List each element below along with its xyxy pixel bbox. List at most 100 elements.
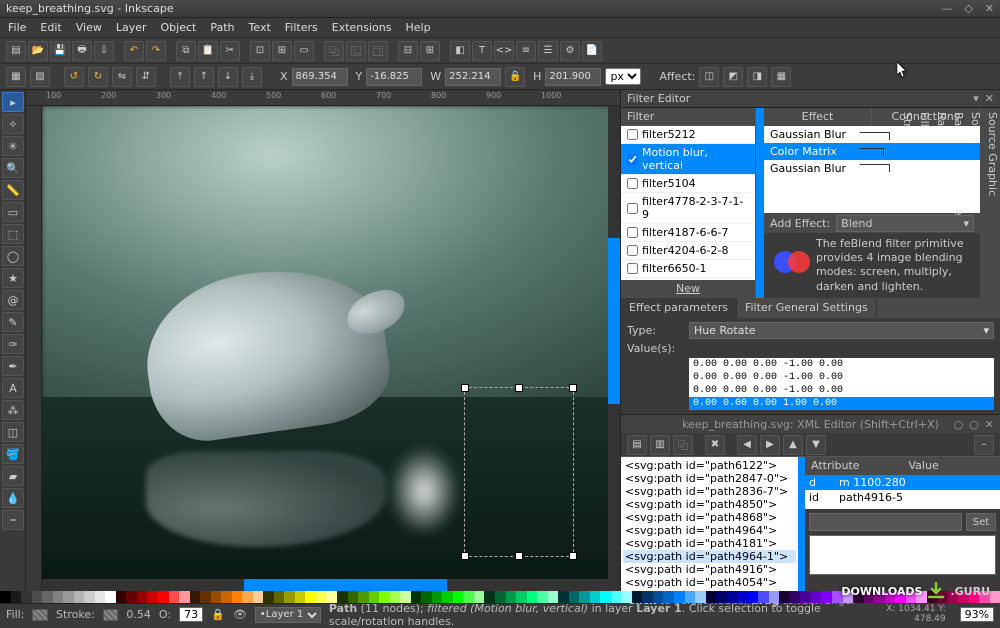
delete-node-button[interactable]: ✖ (705, 435, 725, 455)
color-swatch[interactable] (42, 591, 53, 603)
new-text-button[interactable]: ▥ (650, 435, 670, 455)
attr-row[interactable]: idpath4916-5 (805, 490, 1000, 505)
align-button[interactable]: ≡ (516, 41, 536, 61)
zoom-drawing-button[interactable]: ⊞ (272, 41, 292, 61)
color-swatch[interactable] (74, 591, 85, 603)
color-swatch[interactable] (53, 591, 64, 603)
selection-box[interactable] (464, 387, 574, 557)
color-swatch[interactable] (379, 591, 390, 603)
color-swatch[interactable] (158, 591, 169, 603)
color-swatch[interactable] (695, 591, 706, 603)
matrix-row[interactable]: 0.00 0.00 0.00 1.00 0.00 (689, 397, 994, 410)
menubar[interactable]: FileEditViewLayerObjectPathTextFiltersEx… (0, 18, 1000, 38)
selector-tool[interactable]: ▸ (2, 92, 24, 112)
color-swatch[interactable] (674, 591, 685, 603)
set-button[interactable]: Set (966, 513, 996, 531)
color-swatch[interactable] (274, 591, 285, 603)
open-button[interactable]: 📂 (28, 41, 48, 61)
attr-row[interactable]: dm 1100.280 (805, 475, 1000, 490)
color-swatch[interactable] (642, 591, 653, 603)
zoom-page-button[interactable]: ▭ (294, 41, 314, 61)
node-tool[interactable]: ✧ (2, 114, 24, 134)
menu-filters[interactable]: Filters (285, 21, 318, 34)
color-swatch[interactable] (474, 591, 485, 603)
color-swatch[interactable] (969, 591, 980, 603)
color-swatch[interactable] (853, 591, 864, 603)
panel-close-icon[interactable]: ✕ (985, 92, 994, 105)
color-swatch[interactable] (190, 591, 201, 603)
color-swatch[interactable] (232, 591, 243, 603)
color-swatch[interactable] (147, 591, 158, 603)
color-swatch[interactable] (63, 591, 74, 603)
undo-button[interactable]: ↶ (124, 41, 144, 61)
rotate-cw-button[interactable]: ↻ (88, 67, 108, 87)
color-swatch[interactable] (390, 591, 401, 603)
text-tool[interactable]: A (2, 378, 24, 398)
color-swatch[interactable] (32, 591, 43, 603)
scrollbar-horizontal[interactable] (42, 579, 620, 591)
color-swatch[interactable] (832, 591, 843, 603)
connector-tool[interactable]: ⎯ (2, 510, 24, 530)
color-swatch[interactable] (864, 591, 875, 603)
attr-name-input[interactable] (809, 513, 962, 531)
color-swatch[interactable] (200, 591, 211, 603)
select-all-layers-button[interactable]: ▦ (6, 67, 26, 87)
color-swatch[interactable] (843, 591, 854, 603)
xml-node[interactable]: <svg:path id="path4916"> (623, 563, 796, 576)
fill-swatch[interactable] (32, 609, 48, 621)
unlink-clone-button[interactable]: ⿹ (368, 41, 388, 61)
cut-button[interactable]: ✂ (220, 41, 240, 61)
menu-path[interactable]: Path (210, 21, 234, 34)
menu-text[interactable]: Text (249, 21, 271, 34)
xml-node[interactable]: <svg:path id="path2836-7"> (623, 485, 796, 498)
filter-item[interactable]: filter5104 (621, 175, 755, 193)
color-swatch[interactable] (348, 591, 359, 603)
filter-item[interactable]: Motion blur, vertical (621, 144, 755, 175)
matrix-row[interactable]: 0.00 0.00 0.00 -1.00 0.00 (689, 371, 994, 384)
color-swatch[interactable] (737, 591, 748, 603)
effect-list[interactable]: Gaussian BlurColor MatrixGaussian Blur (764, 126, 980, 214)
measure-tool[interactable]: 📏 (2, 180, 24, 200)
layer-lock-icon[interactable]: 🔒 (211, 608, 225, 621)
color-swatch[interactable] (295, 591, 306, 603)
new-filter-link[interactable]: New (621, 280, 755, 298)
color-palette[interactable] (0, 591, 1000, 603)
new-element-button[interactable]: ▤ (627, 435, 647, 455)
color-swatch[interactable] (326, 591, 337, 603)
y-input[interactable] (366, 68, 422, 86)
menu-file[interactable]: File (8, 21, 26, 34)
ruler-vertical[interactable] (26, 106, 42, 591)
color-swatch[interactable] (727, 591, 738, 603)
menu-view[interactable]: View (76, 21, 102, 34)
filter-item[interactable]: filter4778-2-3-7-1-9 (621, 193, 755, 224)
color-swatch[interactable] (95, 591, 106, 603)
box3d-tool[interactable]: ⬚ (2, 224, 24, 244)
lock-icon[interactable]: 🔒 (505, 67, 525, 87)
copy-button[interactable]: ⧉ (176, 41, 196, 61)
color-swatch[interactable] (800, 591, 811, 603)
spray-tool[interactable]: ⁂ (2, 400, 24, 420)
panel-min-icon[interactable]: ▾ (973, 92, 979, 105)
gradient-tool[interactable]: ▰ (2, 466, 24, 486)
flip-v-button[interactable]: ⇵ (136, 67, 156, 87)
color-swatch[interactable] (221, 591, 232, 603)
import-button[interactable]: ⇩ (94, 41, 114, 61)
affect-stroke-button[interactable]: ◫ (699, 67, 719, 87)
color-swatch[interactable] (600, 591, 611, 603)
color-swatch[interactable] (821, 591, 832, 603)
color-swatch[interactable] (663, 591, 674, 603)
color-swatch[interactable] (137, 591, 148, 603)
duplicate-button[interactable]: ⿻ (324, 41, 344, 61)
filter-list-scrollbar[interactable] (756, 108, 764, 298)
color-swatch[interactable] (105, 591, 116, 603)
affect-gradient-button[interactable]: ◨ (747, 67, 767, 87)
w-input[interactable] (445, 68, 501, 86)
color-swatch[interactable] (516, 591, 527, 603)
color-swatch[interactable] (179, 591, 190, 603)
color-swatch[interactable] (411, 591, 422, 603)
group-button[interactable]: ⊟ (398, 41, 418, 61)
color-swatch[interactable] (916, 591, 927, 603)
menu-extensions[interactable]: Extensions (332, 21, 392, 34)
color-swatch[interactable] (906, 591, 917, 603)
color-swatch[interactable] (927, 591, 938, 603)
